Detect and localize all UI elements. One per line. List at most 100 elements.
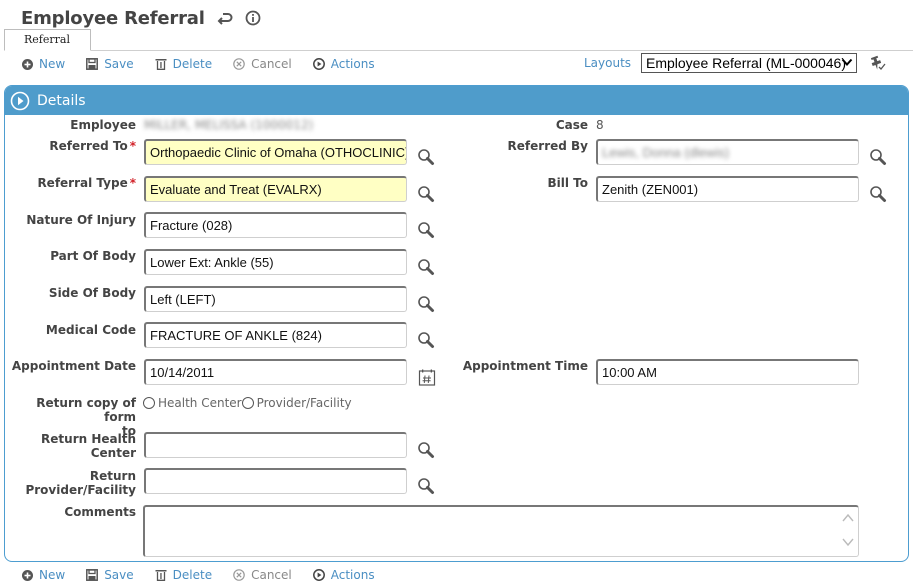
save-button[interactable]: Save [86, 57, 134, 71]
title-row: Employee Referral [21, 6, 261, 30]
top-toolbar: New Save Delete Cancel Actions [22, 55, 396, 73]
radio-health-center[interactable] [143, 397, 155, 409]
return-copy-label-line1: Return copy of form [36, 396, 136, 424]
nature-of-injury-field[interactable]: Fracture (028) [144, 212, 407, 238]
search-icon[interactable] [417, 185, 435, 203]
delete-button[interactable]: Delete [155, 57, 212, 71]
new-label: New [39, 57, 66, 71]
search-icon[interactable] [417, 477, 435, 495]
return-provider-label-line1: Return [89, 469, 136, 483]
cancel-button[interactable]: Cancel [233, 57, 292, 71]
appointment-time-field[interactable]: 10:00 AM [596, 359, 859, 385]
save-icon [86, 58, 99, 70]
search-icon[interactable] [417, 331, 435, 349]
save-icon [86, 569, 99, 581]
save-button[interactable]: Save [86, 568, 134, 582]
expand-circle-icon [10, 91, 30, 110]
details-panel-header[interactable]: Details [5, 86, 908, 115]
return-health-center-field[interactable] [144, 432, 407, 458]
actions-button[interactable]: Actions [312, 568, 375, 582]
return-provider-label-line2: Provider/Facility [25, 483, 136, 497]
actions-label: Actions [330, 568, 375, 582]
appointment-date-field[interactable]: 10/14/2011 [144, 359, 407, 385]
play-circle-icon [312, 58, 325, 70]
side-of-body-field[interactable]: Left (LEFT) [144, 286, 407, 312]
layouts-selected-value: Employee Referral (ML-000046) [646, 55, 846, 71]
referred-by-value: Lewis, Donna (dlewis) [602, 145, 730, 160]
trash-icon [155, 570, 167, 581]
tab-referral[interactable]: Referral [4, 29, 91, 51]
part-of-body-field[interactable]: Lower Ext: Ankle (55) [144, 249, 407, 275]
info-icon[interactable] [245, 10, 261, 26]
plus-circle-icon [22, 569, 33, 581]
return-provider-label: Return Provider/Facility [10, 469, 136, 497]
plus-circle-icon [22, 58, 33, 70]
return-health-center-label: Return Health Center [41, 432, 136, 460]
part-of-body-label: Part Of Body [50, 249, 136, 263]
save-label: Save [104, 57, 134, 71]
side-of-body-label: Side Of Body [48, 286, 136, 300]
play-circle-icon [312, 569, 325, 581]
referred-to-field[interactable]: Orthopaedic Clinic of Omaha (OTHOCLINIC) [144, 139, 407, 165]
referred-by-field[interactable]: Lewis, Donna (dlewis) [596, 139, 859, 165]
appointment-time-label: Appointment Time [462, 359, 588, 373]
medical-code-label: Medical Code [45, 323, 136, 337]
search-icon[interactable] [869, 185, 887, 203]
search-icon[interactable] [869, 148, 887, 166]
referral-type-label-text: Referral Type [37, 176, 128, 190]
referred-by-label: Referred By [507, 139, 588, 153]
scroll-down-icon[interactable] [842, 537, 854, 547]
search-icon[interactable] [417, 441, 435, 459]
new-label: New [39, 568, 66, 582]
appointment-date-label: Appointment Date [11, 359, 136, 373]
cancel-label: Cancel [251, 568, 292, 582]
medical-code-field[interactable]: FRACTURE OF ANKLE (824) [144, 322, 407, 348]
delete-button[interactable]: Delete [155, 568, 212, 582]
scroll-up-icon[interactable] [842, 513, 854, 523]
case-label: Case [555, 118, 588, 132]
referral-type-field[interactable]: Evaluate and Treat (EVALRX) [144, 176, 407, 202]
search-icon[interactable] [417, 221, 435, 239]
search-icon[interactable] [417, 148, 435, 166]
actions-label: Actions [330, 57, 375, 71]
return-provider-field[interactable] [144, 468, 407, 494]
bottom-toolbar: New Save Delete Cancel Actions [22, 566, 396, 584]
trash-icon [155, 59, 167, 70]
page-title: Employee Referral [21, 7, 205, 29]
radio-health-center-label[interactable]: Health Center [158, 396, 242, 410]
employee-label: Employee [70, 118, 136, 132]
case-value: 8 [596, 118, 604, 132]
required-marker: * [129, 139, 136, 153]
cancel-button[interactable]: Cancel [233, 568, 292, 582]
referred-to-label-text: Referred To [49, 139, 128, 153]
calendar-icon[interactable] [418, 368, 436, 386]
save-label: Save [104, 568, 134, 582]
delete-label: Delete [172, 57, 213, 71]
required-marker: * [129, 176, 136, 190]
chevron-down-icon [841, 58, 853, 66]
new-button[interactable]: New [22, 568, 65, 582]
referred-to-label: Referred To * [30, 139, 136, 153]
return-copy-radio-group: Health Center Provider/Facility [143, 396, 352, 410]
return-icon[interactable] [217, 11, 233, 25]
pin-icon[interactable] [870, 55, 886, 75]
actions-button[interactable]: Actions [312, 57, 375, 71]
tab-strip: Referral [4, 29, 913, 51]
search-icon[interactable] [417, 258, 435, 276]
referral-type-label: Referral Type * [30, 176, 136, 190]
details-panel-title: Details [37, 92, 86, 109]
cancel-circle-icon [233, 58, 245, 70]
layouts-select[interactable]: Employee Referral (ML-000046) [641, 53, 857, 73]
radio-provider-facility-label[interactable]: Provider/Facility [257, 396, 352, 410]
new-button[interactable]: New [22, 57, 65, 71]
comments-textarea[interactable] [143, 505, 859, 557]
cancel-label: Cancel [251, 57, 292, 71]
employee-value: MILLER, MELISSA (1000012) [144, 118, 314, 132]
bill-to-label: Bill To [547, 176, 589, 190]
radio-provider-facility[interactable] [241, 397, 254, 409]
comments-label: Comments [64, 505, 136, 519]
layouts-link[interactable]: Layouts [584, 56, 631, 70]
bill-to-field[interactable]: Zenith (ZEN001) [596, 176, 859, 202]
nature-of-injury-label: Nature Of Injury [26, 213, 136, 227]
search-icon[interactable] [417, 295, 435, 313]
